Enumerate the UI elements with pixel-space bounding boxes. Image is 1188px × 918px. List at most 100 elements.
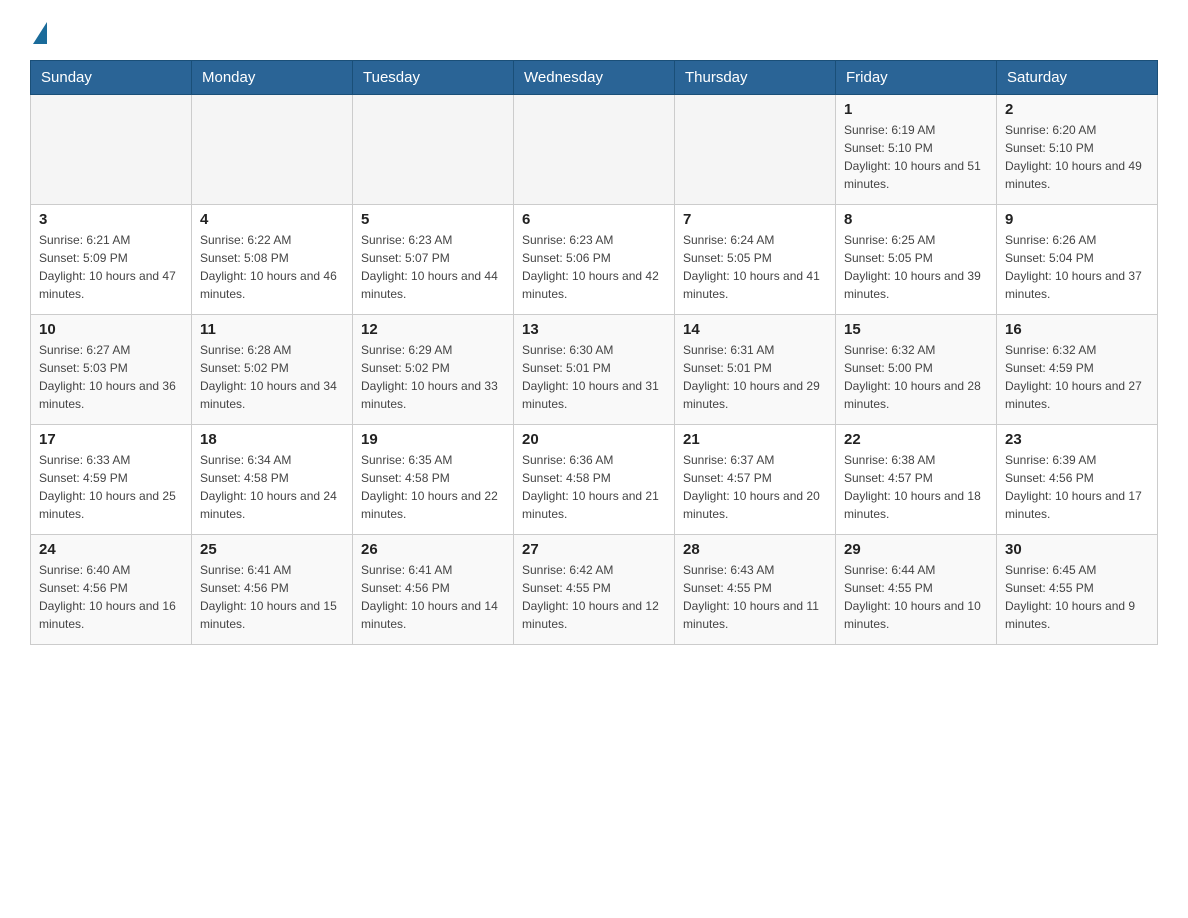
calendar-cell: 24 Sunrise: 6:40 AM Sunset: 4:56 PM Dayli… (31, 535, 192, 645)
day-number: 5 (361, 211, 505, 228)
day-sun-info: Sunrise: 6:25 AM Sunset: 5:05 PM Dayligh… (844, 231, 988, 303)
day-sun-info: Sunrise: 6:28 AM Sunset: 5:02 PM Dayligh… (200, 341, 344, 413)
calendar-cell: 10 Sunrise: 6:27 AM Sunset: 5:03 PM Dayli… (31, 315, 192, 425)
day-sun-info: Sunrise: 6:41 AM Sunset: 4:56 PM Dayligh… (361, 561, 505, 633)
day-number: 11 (200, 321, 344, 338)
calendar-cell: 29 Sunrise: 6:44 AM Sunset: 4:55 PM Dayli… (836, 535, 997, 645)
calendar-cell: 8Sunrise: 6:25 AM Sunset: 5:05 PM Daylig… (836, 205, 997, 315)
day-number: 26 (361, 541, 505, 558)
day-of-week-header: Sunday (31, 61, 192, 95)
calendar-cell: 1Sunrise: 6:19 AM Sunset: 5:10 PM Daylig… (836, 95, 997, 205)
day-number: 15 (844, 321, 988, 338)
day-number: 28 (683, 541, 827, 558)
day-sun-info: Sunrise: 6:42 AM Sunset: 4:55 PM Dayligh… (522, 561, 666, 633)
day-sun-info: Sunrise: 6:32 AM Sunset: 5:00 PM Dayligh… (844, 341, 988, 413)
calendar-week-row: 1Sunrise: 6:19 AM Sunset: 5:10 PM Daylig… (31, 95, 1158, 205)
day-number: 10 (39, 321, 183, 338)
day-sun-info: Sunrise: 6:23 AM Sunset: 5:06 PM Dayligh… (522, 231, 666, 303)
day-sun-info: Sunrise: 6:36 AM Sunset: 4:58 PM Dayligh… (522, 451, 666, 523)
day-sun-info: Sunrise: 6:41 AM Sunset: 4:56 PM Dayligh… (200, 561, 344, 633)
day-number: 27 (522, 541, 666, 558)
day-sun-info: Sunrise: 6:22 AM Sunset: 5:08 PM Dayligh… (200, 231, 344, 303)
day-sun-info: Sunrise: 6:38 AM Sunset: 4:57 PM Dayligh… (844, 451, 988, 523)
day-number: 2 (1005, 101, 1149, 118)
calendar-cell: 27 Sunrise: 6:42 AM Sunset: 4:55 PM Dayli… (514, 535, 675, 645)
calendar-cell: 7 Sunrise: 6:24 AM Sunset: 5:05 PM Daylig… (675, 205, 836, 315)
day-sun-info: Sunrise: 6:34 AM Sunset: 4:58 PM Dayligh… (200, 451, 344, 523)
day-number: 9 (1005, 211, 1149, 228)
day-sun-info: Sunrise: 6:30 AM Sunset: 5:01 PM Dayligh… (522, 341, 666, 413)
calendar-cell: 17 Sunrise: 6:33 AM Sunset: 4:59 PM Dayli… (31, 425, 192, 535)
calendar-cell: 23 Sunrise: 6:39 AM Sunset: 4:56 PM Dayli… (997, 425, 1158, 535)
day-number: 23 (1005, 431, 1149, 448)
day-number: 24 (39, 541, 183, 558)
day-number: 21 (683, 431, 827, 448)
day-number: 20 (522, 431, 666, 448)
calendar-week-row: 24 Sunrise: 6:40 AM Sunset: 4:56 PM Dayli… (31, 535, 1158, 645)
logo (30, 20, 47, 40)
day-of-week-header: Tuesday (353, 61, 514, 95)
calendar-cell: 14Sunrise: 6:31 AM Sunset: 5:01 PM Dayli… (675, 315, 836, 425)
day-of-week-header: Wednesday (514, 61, 675, 95)
day-of-week-header: Monday (192, 61, 353, 95)
calendar-cell: 9 Sunrise: 6:26 AM Sunset: 5:04 PM Daylig… (997, 205, 1158, 315)
calendar-cell: 5 Sunrise: 6:23 AM Sunset: 5:07 PM Daylig… (353, 205, 514, 315)
calendar-cell: 12 Sunrise: 6:29 AM Sunset: 5:02 PM Dayli… (353, 315, 514, 425)
day-sun-info: Sunrise: 6:24 AM Sunset: 5:05 PM Dayligh… (683, 231, 827, 303)
calendar-cell: 13 Sunrise: 6:30 AM Sunset: 5:01 PM Dayli… (514, 315, 675, 425)
calendar-cell: 18 Sunrise: 6:34 AM Sunset: 4:58 PM Dayli… (192, 425, 353, 535)
day-sun-info: Sunrise: 6:23 AM Sunset: 5:07 PM Dayligh… (361, 231, 505, 303)
day-of-week-header: Saturday (997, 61, 1158, 95)
calendar-cell: 15 Sunrise: 6:32 AM Sunset: 5:00 PM Dayli… (836, 315, 997, 425)
day-sun-info: Sunrise: 6:43 AM Sunset: 4:55 PM Dayligh… (683, 561, 827, 633)
calendar-cell: 3 Sunrise: 6:21 AM Sunset: 5:09 PM Daylig… (31, 205, 192, 315)
logo-triangle-icon (33, 22, 47, 44)
day-number: 6 (522, 211, 666, 228)
calendar-cell: 16Sunrise: 6:32 AM Sunset: 4:59 PM Dayli… (997, 315, 1158, 425)
page-header (30, 20, 1158, 40)
day-of-week-header: Thursday (675, 61, 836, 95)
day-number: 25 (200, 541, 344, 558)
calendar-cell (514, 95, 675, 205)
day-number: 22 (844, 431, 988, 448)
day-sun-info: Sunrise: 6:39 AM Sunset: 4:56 PM Dayligh… (1005, 451, 1149, 523)
day-sun-info: Sunrise: 6:20 AM Sunset: 5:10 PM Dayligh… (1005, 121, 1149, 193)
day-sun-info: Sunrise: 6:21 AM Sunset: 5:09 PM Dayligh… (39, 231, 183, 303)
day-sun-info: Sunrise: 6:35 AM Sunset: 4:58 PM Dayligh… (361, 451, 505, 523)
day-sun-info: Sunrise: 6:29 AM Sunset: 5:02 PM Dayligh… (361, 341, 505, 413)
calendar-cell: 22 Sunrise: 6:38 AM Sunset: 4:57 PM Dayli… (836, 425, 997, 535)
calendar-cell: 6 Sunrise: 6:23 AM Sunset: 5:06 PM Daylig… (514, 205, 675, 315)
day-sun-info: Sunrise: 6:27 AM Sunset: 5:03 PM Dayligh… (39, 341, 183, 413)
calendar-week-row: 17 Sunrise: 6:33 AM Sunset: 4:59 PM Dayli… (31, 425, 1158, 535)
calendar-cell: 26 Sunrise: 6:41 AM Sunset: 4:56 PM Dayli… (353, 535, 514, 645)
day-number: 19 (361, 431, 505, 448)
day-sun-info: Sunrise: 6:45 AM Sunset: 4:55 PM Dayligh… (1005, 561, 1149, 633)
day-number: 7 (683, 211, 827, 228)
calendar-week-row: 3 Sunrise: 6:21 AM Sunset: 5:09 PM Daylig… (31, 205, 1158, 315)
calendar-cell: 4Sunrise: 6:22 AM Sunset: 5:08 PM Daylig… (192, 205, 353, 315)
calendar-cell (192, 95, 353, 205)
day-sun-info: Sunrise: 6:19 AM Sunset: 5:10 PM Dayligh… (844, 121, 988, 193)
day-sun-info: Sunrise: 6:32 AM Sunset: 4:59 PM Dayligh… (1005, 341, 1149, 413)
day-number: 18 (200, 431, 344, 448)
calendar-week-row: 10 Sunrise: 6:27 AM Sunset: 5:03 PM Dayli… (31, 315, 1158, 425)
calendar-cell: 19 Sunrise: 6:35 AM Sunset: 4:58 PM Dayli… (353, 425, 514, 535)
day-number: 30 (1005, 541, 1149, 558)
day-sun-info: Sunrise: 6:26 AM Sunset: 5:04 PM Dayligh… (1005, 231, 1149, 303)
day-sun-info: Sunrise: 6:40 AM Sunset: 4:56 PM Dayligh… (39, 561, 183, 633)
day-sun-info: Sunrise: 6:31 AM Sunset: 5:01 PM Dayligh… (683, 341, 827, 413)
calendar-cell: 2 Sunrise: 6:20 AM Sunset: 5:10 PM Daylig… (997, 95, 1158, 205)
day-number: 3 (39, 211, 183, 228)
calendar-cell: 30 Sunrise: 6:45 AM Sunset: 4:55 PM Dayli… (997, 535, 1158, 645)
calendar-cell (353, 95, 514, 205)
day-sun-info: Sunrise: 6:44 AM Sunset: 4:55 PM Dayligh… (844, 561, 988, 633)
calendar-cell: 11 Sunrise: 6:28 AM Sunset: 5:02 PM Dayli… (192, 315, 353, 425)
day-sun-info: Sunrise: 6:33 AM Sunset: 4:59 PM Dayligh… (39, 451, 183, 523)
calendar-cell: 25 Sunrise: 6:41 AM Sunset: 4:56 PM Dayli… (192, 535, 353, 645)
calendar-cell: 28 Sunrise: 6:43 AM Sunset: 4:55 PM Dayli… (675, 535, 836, 645)
day-number: 13 (522, 321, 666, 338)
day-number: 12 (361, 321, 505, 338)
calendar-table: SundayMondayTuesdayWednesdayThursdayFrid… (30, 60, 1158, 645)
day-number: 17 (39, 431, 183, 448)
day-number: 29 (844, 541, 988, 558)
